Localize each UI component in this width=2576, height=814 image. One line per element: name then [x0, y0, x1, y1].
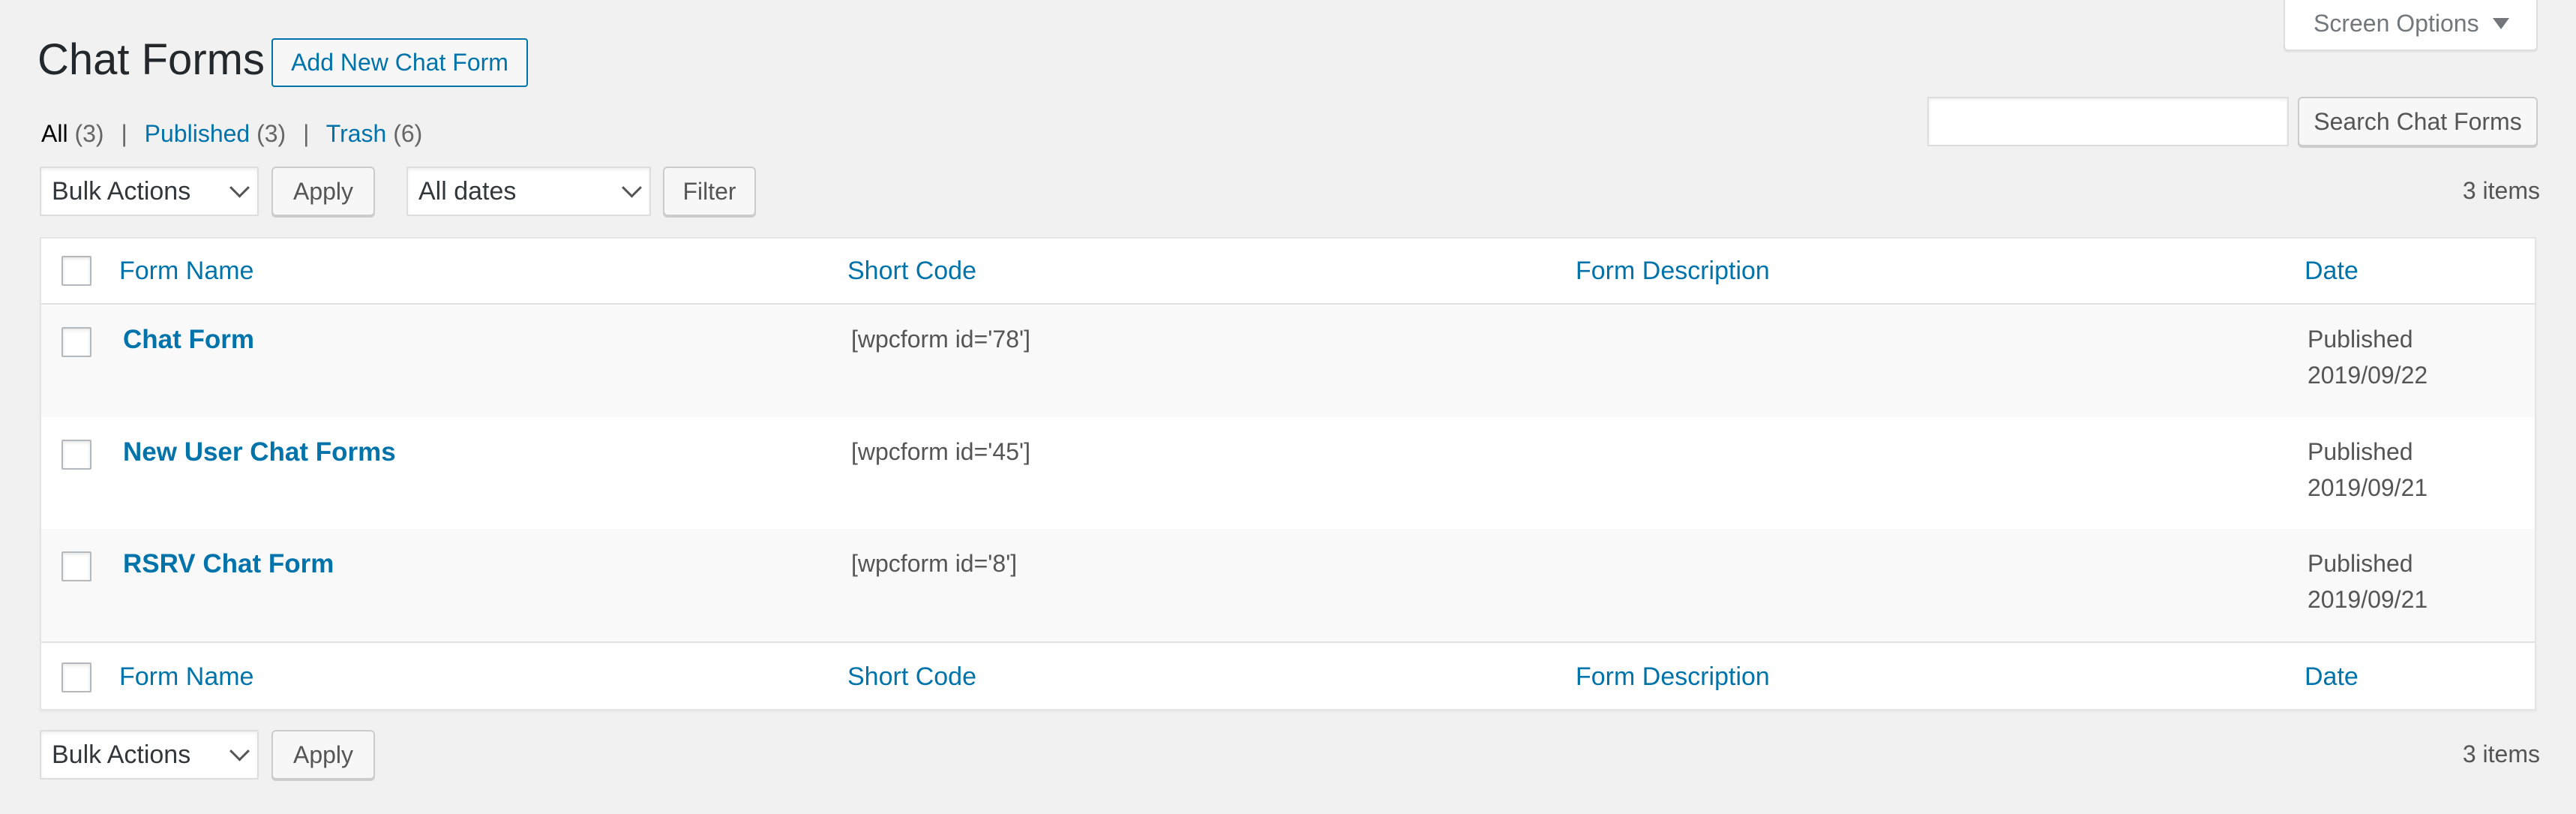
screen-options-label: Screen Options [2314, 9, 2479, 37]
date-cell: 2019/09/21 [2308, 586, 2428, 613]
status-filter-links: All (3) | Published (3) | Trash (6) [41, 120, 422, 148]
row-checkbox[interactable] [61, 551, 91, 581]
status-cell: Published [2308, 550, 2413, 577]
apply-button-bottom[interactable]: Apply [271, 730, 375, 779]
column-form-description[interactable]: Form Description [1576, 662, 1770, 692]
form-name-link[interactable]: New User Chat Forms [123, 437, 396, 467]
column-date[interactable]: Date [2305, 662, 2359, 692]
table-row: RSRV Chat Form [wpcform id='8'] Publishe… [41, 529, 2535, 641]
page-title: Chat Forms [37, 35, 265, 84]
add-new-chat-form-button[interactable]: Add New Chat Form [271, 38, 528, 87]
chevron-down-icon [229, 740, 250, 761]
triangle-down-icon [2492, 17, 2509, 29]
column-form-name[interactable]: Form Name [119, 257, 253, 286]
table-footer: Form Name Short Code Form Description Da… [41, 641, 2535, 710]
select-all-checkbox[interactable] [61, 256, 91, 286]
filter-button[interactable]: Filter [663, 167, 756, 216]
separator: | [121, 120, 127, 147]
shortcode-cell: [wpcform id='78'] [851, 326, 1030, 353]
table-row: Chat Form [wpcform id='78'] Published 20… [41, 305, 2535, 417]
items-count-top: 3 items [2462, 177, 2540, 204]
table-header: Form Name Short Code Form Description Da… [41, 239, 2535, 305]
shortcode-cell: [wpcform id='45'] [851, 438, 1030, 465]
chat-forms-table: Form Name Short Code Form Description Da… [40, 237, 2536, 710]
status-cell: Published [2308, 438, 2413, 465]
form-name-link[interactable]: Chat Form [123, 325, 254, 355]
column-date[interactable]: Date [2305, 257, 2359, 286]
select-all-checkbox-footer[interactable] [61, 662, 91, 692]
search-input[interactable] [1927, 97, 2289, 146]
separator: | [303, 120, 310, 147]
column-short-code[interactable]: Short Code [847, 662, 976, 692]
chevron-down-icon [622, 177, 642, 198]
screen-options-button[interactable]: Screen Options [2284, 0, 2538, 51]
filter-trash-link[interactable]: Trash (6) [326, 120, 423, 147]
items-count-bottom: 3 items [2462, 740, 2540, 767]
bulk-actions-select-bottom[interactable]: Bulk Actions [40, 730, 259, 779]
filter-all-link[interactable]: All (3) [41, 120, 104, 147]
apply-button-top[interactable]: Apply [271, 167, 375, 216]
shortcode-cell: [wpcform id='8'] [851, 550, 1018, 577]
row-checkbox[interactable] [61, 440, 91, 470]
chevron-down-icon [229, 177, 250, 198]
column-form-name[interactable]: Form Name [119, 662, 253, 692]
column-form-description[interactable]: Form Description [1576, 257, 1770, 286]
form-name-link[interactable]: RSRV Chat Form [123, 549, 334, 579]
bulk-actions-select-top[interactable]: Bulk Actions [40, 167, 259, 216]
dates-filter-select[interactable]: All dates [406, 167, 651, 216]
column-short-code[interactable]: Short Code [847, 257, 976, 286]
search-chat-forms-button[interactable]: Search Chat Forms [2298, 97, 2538, 146]
filter-published-link[interactable]: Published (3) [145, 120, 286, 147]
date-cell: 2019/09/22 [2308, 362, 2428, 389]
row-checkbox[interactable] [61, 327, 91, 357]
table-row: New User Chat Forms [wpcform id='45'] Pu… [41, 417, 2535, 529]
date-cell: 2019/09/21 [2308, 474, 2428, 501]
status-cell: Published [2308, 326, 2413, 353]
